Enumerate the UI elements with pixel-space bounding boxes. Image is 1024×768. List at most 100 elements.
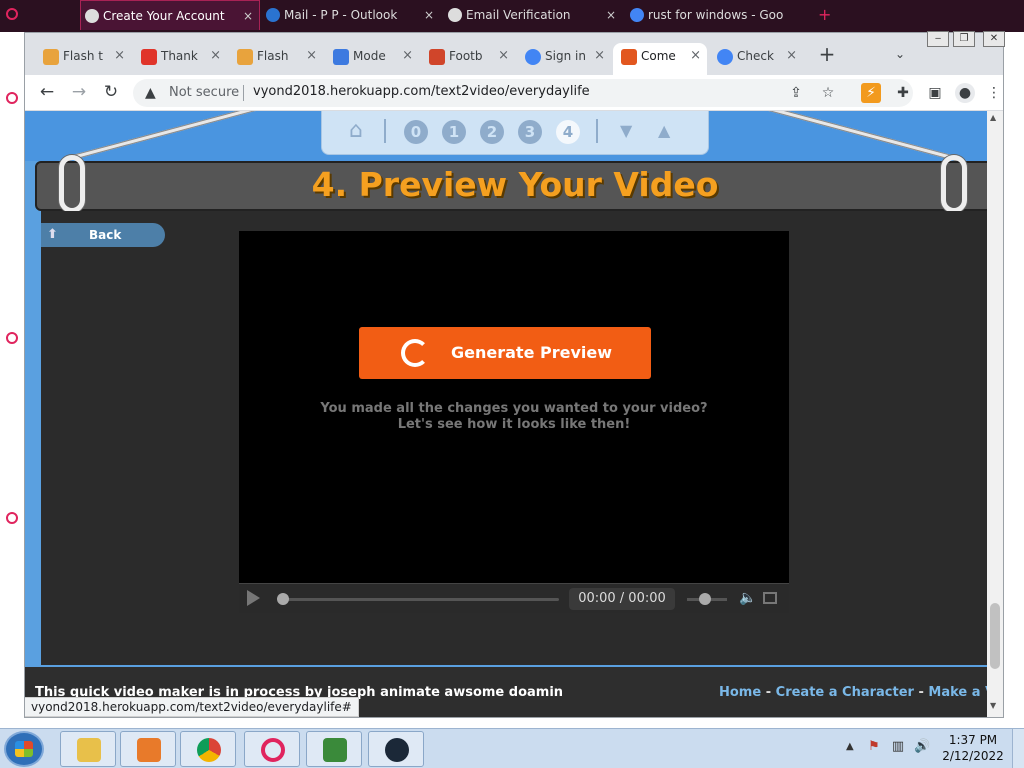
- opera-sidebar-icon[interactable]: [6, 512, 18, 524]
- tab-mode[interactable]: Mode ×: [325, 43, 419, 73]
- clock-time[interactable]: 1:37 PM: [940, 733, 1006, 747]
- opera-sidebar-icon[interactable]: [6, 332, 18, 344]
- flash-icon: [141, 49, 157, 65]
- close-icon[interactable]: ×: [786, 43, 797, 69]
- show-desktop-button[interactable]: [1012, 729, 1024, 768]
- steam-icon: [385, 738, 409, 762]
- step-2[interactable]: 2: [480, 120, 504, 144]
- taskbar-steam[interactable]: [368, 731, 424, 767]
- close-icon[interactable]: ×: [402, 43, 413, 69]
- speaker-icon[interactable]: 🔈: [739, 590, 756, 606]
- steam-icon: [85, 9, 99, 23]
- new-tab-button[interactable]: +: [817, 44, 837, 65]
- vertical-scrollbar[interactable]: ▲ ▼: [987, 111, 1003, 717]
- bg-tab-create-account[interactable]: Create Your Account ×: [80, 0, 260, 30]
- close-icon[interactable]: ×: [243, 1, 253, 30]
- step-0[interactable]: 0: [404, 120, 428, 144]
- profile-avatar-icon[interactable]: ●: [955, 83, 975, 103]
- extension-icon[interactable]: ⚡: [861, 83, 881, 103]
- scroll-down-icon[interactable]: ▼: [990, 701, 996, 710]
- tab-flash-2[interactable]: Flash ×: [229, 43, 323, 73]
- m-logo-icon: [429, 49, 445, 65]
- opera-logo-icon[interactable]: [6, 8, 18, 20]
- browser-toolbar: ← → ↻ ▲ Not secure vyond2018.herokuapp.c…: [25, 75, 1003, 111]
- taskbar-chrome[interactable]: [180, 731, 236, 767]
- url-text[interactable]: vyond2018.herokuapp.com/text2video/every…: [253, 84, 590, 99]
- time-display: 00:00 / 00:00: [569, 588, 675, 610]
- taskbar-media-player[interactable]: [120, 731, 176, 767]
- close-icon[interactable]: ×: [606, 0, 616, 30]
- volume-handle[interactable]: [699, 593, 711, 605]
- close-window-icon[interactable]: ✕: [983, 31, 1005, 47]
- security-label[interactable]: Not secure: [169, 85, 239, 100]
- web-page: ⌂ 0 1 2 3 4 ▼ ▲ 4. Preview Your Video ⬆ …: [25, 111, 1003, 717]
- scrollbar-thumb[interactable]: [990, 603, 1000, 669]
- volume-icon[interactable]: 🔊: [914, 739, 930, 755]
- forward-arrow-icon[interactable]: →: [67, 81, 91, 105]
- reload-icon[interactable]: ↻: [99, 81, 123, 105]
- address-bar[interactable]: ▲ Not secure vyond2018.herokuapp.com/tex…: [133, 79, 913, 107]
- tab-sign-in[interactable]: Sign in ×: [517, 43, 611, 73]
- close-icon[interactable]: ×: [498, 43, 509, 69]
- back-arrow-icon[interactable]: ←: [35, 81, 59, 105]
- arrow-up-icon[interactable]: ▲: [658, 123, 670, 139]
- tab-thank[interactable]: Thank ×: [133, 43, 227, 73]
- fullscreen-icon[interactable]: [763, 592, 777, 604]
- status-bar-url: vyond2018.herokuapp.com/text2video/every…: [25, 697, 359, 717]
- taskbar-task-manager[interactable]: [306, 731, 362, 767]
- google-icon: [717, 49, 733, 65]
- menu-kebab-icon[interactable]: ⋮: [987, 83, 1001, 103]
- close-icon[interactable]: ×: [306, 43, 317, 69]
- step-1[interactable]: 1: [442, 120, 466, 144]
- close-icon[interactable]: ×: [114, 43, 125, 69]
- generate-preview-button[interactable]: Generate Preview: [359, 327, 651, 379]
- action-center-icon[interactable]: ⚑: [866, 739, 882, 755]
- sidepanel-icon[interactable]: ▣: [925, 83, 945, 103]
- bg-new-tab-button[interactable]: +: [810, 0, 840, 30]
- star-icon[interactable]: ☆: [819, 84, 837, 102]
- arrow-down-icon[interactable]: ▼: [620, 123, 632, 139]
- puzzle-icon[interactable]: ✚: [893, 83, 913, 103]
- play-icon[interactable]: [247, 590, 260, 606]
- clock-date[interactable]: 2/12/2022: [940, 749, 1006, 763]
- rainbow-icon: [43, 49, 59, 65]
- taskbar-opera[interactable]: [244, 731, 300, 767]
- seek-handle[interactable]: [277, 593, 289, 605]
- close-icon[interactable]: ×: [424, 0, 434, 30]
- network-icon[interactable]: ▥: [890, 739, 906, 755]
- tab-come-active[interactable]: Come ×: [613, 43, 707, 75]
- page-title: 4. Preview Your Video: [311, 165, 719, 204]
- google-icon: [525, 49, 541, 65]
- tab-flash-1[interactable]: Flash t ×: [35, 43, 131, 73]
- step-4-current[interactable]: 4: [556, 120, 580, 144]
- bg-tab-email-verification[interactable]: Email Verification ×: [444, 0, 622, 30]
- back-button[interactable]: ⬆ Back: [41, 223, 165, 247]
- warning-icon[interactable]: ▲: [145, 85, 161, 101]
- show-hidden-icons-icon[interactable]: ▲: [846, 741, 854, 752]
- footer-link-home[interactable]: Home: [719, 685, 761, 700]
- taskbar-file-explorer[interactable]: [60, 731, 116, 767]
- step-3[interactable]: 3: [518, 120, 542, 144]
- background-window-edge: [1004, 32, 1024, 728]
- share-icon[interactable]: ⇪: [787, 84, 805, 102]
- bg-tab-rust[interactable]: rust for windows - Goo: [626, 0, 806, 30]
- start-button[interactable]: [4, 731, 44, 767]
- browser-window: Flash t × Thank × Flash × Mode × Footb ×: [24, 31, 1005, 718]
- maximize-icon[interactable]: ❐: [953, 31, 975, 47]
- tab-football[interactable]: Footb ×: [421, 43, 515, 73]
- close-icon[interactable]: ×: [690, 43, 701, 69]
- minimize-icon[interactable]: ‒: [927, 31, 949, 47]
- chevron-down-icon[interactable]: ⌄: [895, 47, 911, 63]
- opera-sidebar-icon[interactable]: [6, 92, 18, 104]
- nav-separator: [596, 119, 598, 143]
- windows-taskbar: ▲ ⚑ ▥ 🔊 1:37 PM 2/12/2022: [0, 728, 1024, 768]
- media-player-icon: [137, 738, 161, 762]
- close-icon[interactable]: ×: [210, 43, 221, 69]
- scroll-up-icon[interactable]: ▲: [990, 113, 996, 122]
- seek-bar[interactable]: [279, 598, 559, 601]
- footer-link-create-character[interactable]: Create a Character: [776, 685, 914, 700]
- bg-tab-outlook[interactable]: Mail - P P - Outlook ×: [262, 0, 440, 30]
- home-icon[interactable]: ⌂: [344, 119, 368, 143]
- tab-check[interactable]: Check ×: [709, 43, 803, 73]
- close-icon[interactable]: ×: [594, 43, 605, 69]
